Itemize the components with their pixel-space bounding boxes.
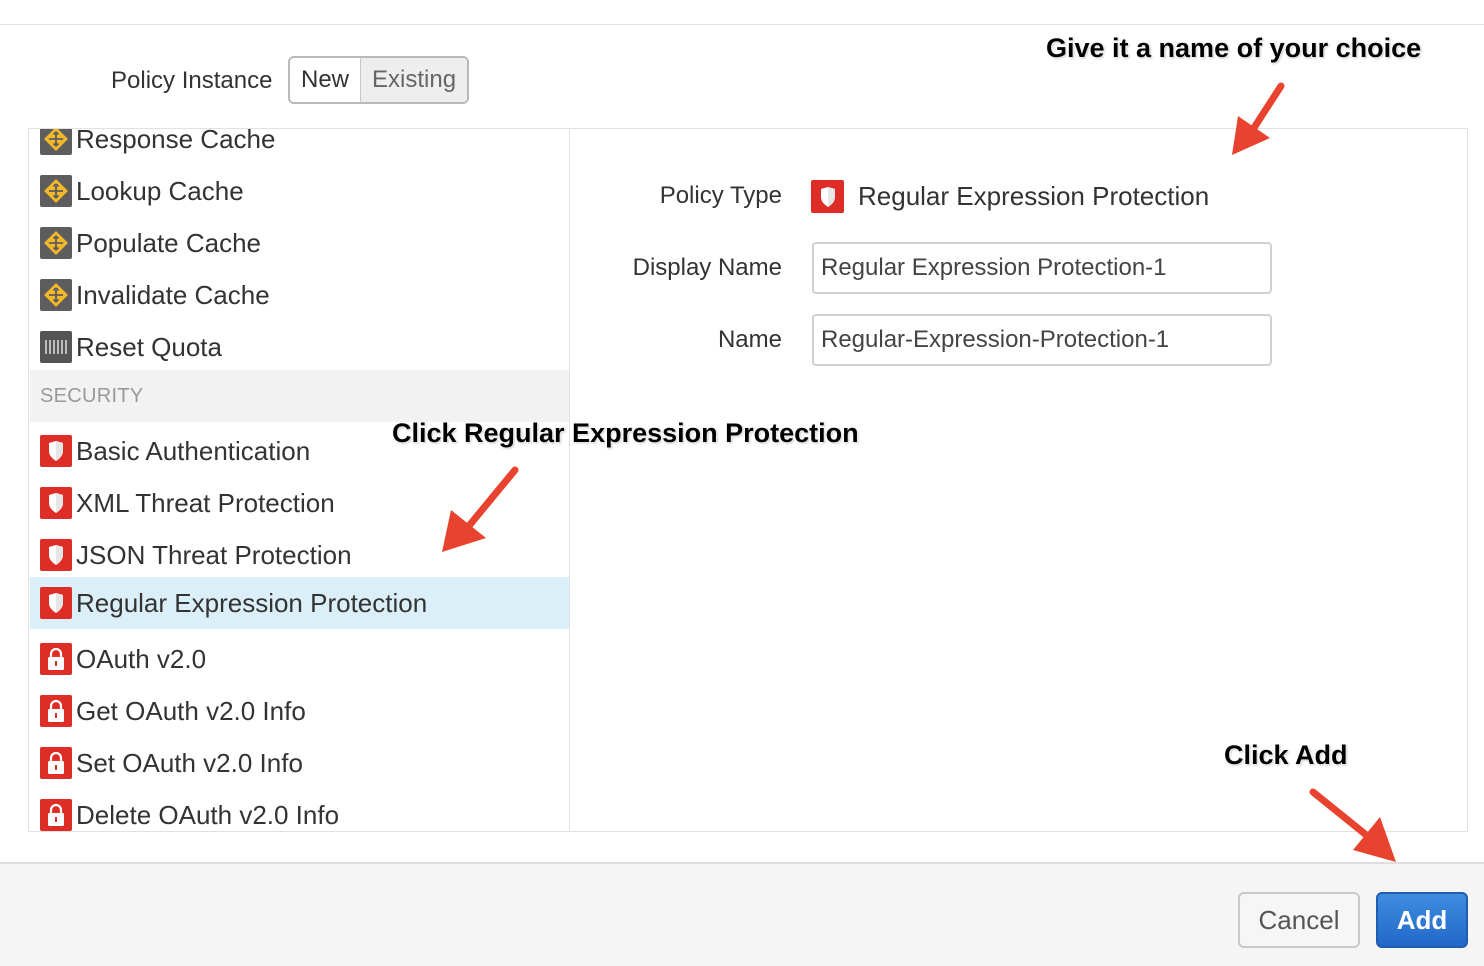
annotation-name-hint: Give it a name of your choice xyxy=(1046,33,1422,63)
add-button[interactable]: Add xyxy=(1376,892,1468,948)
list-item-label: Regular Expression Protection xyxy=(76,587,428,618)
lock-icon xyxy=(40,643,72,675)
list-item-label: XML Threat Protection xyxy=(76,487,335,518)
list-item-set-oauth-v2-info[interactable]: Set OAuth v2.0 Info xyxy=(30,737,569,789)
list-item-label: Lookup Cache xyxy=(76,175,244,206)
shield-icon xyxy=(40,539,72,571)
display-name-label: Display Name xyxy=(632,254,782,281)
policy-list[interactable]: Response Cache Lookup Cache Populate Cac… xyxy=(30,129,570,831)
annotation-select-hint: Click Regular Expression Protection xyxy=(392,418,859,448)
dialog-top-bar xyxy=(0,0,1484,25)
annotation-add-hint: Click Add xyxy=(1224,740,1348,770)
list-item-lookup-cache[interactable]: Lookup Cache xyxy=(30,165,569,217)
policy-instance-toggle: New Existing xyxy=(288,56,470,104)
display-name-field[interactable] xyxy=(812,242,1272,294)
list-item-invalidate-cache[interactable]: Invalidate Cache xyxy=(30,269,569,321)
list-item-delete-oauth-v2-info[interactable]: Delete OAuth v2.0 Info xyxy=(30,789,569,831)
list-item-json-threat-protection[interactable]: JSON Threat Protection xyxy=(30,529,569,581)
shield-icon xyxy=(40,435,72,467)
list-item-reset-quota[interactable]: Reset Quota xyxy=(30,321,569,373)
list-item-label: Set OAuth v2.0 Info xyxy=(76,747,303,778)
shield-icon xyxy=(40,587,72,619)
list-item-label: Basic Authentication xyxy=(76,435,311,466)
policy-type-label: Policy Type xyxy=(659,182,782,209)
shield-icon xyxy=(811,180,844,213)
lock-icon xyxy=(40,695,72,727)
existing-option[interactable]: Existing xyxy=(360,58,468,102)
list-item-label: OAuth v2.0 xyxy=(76,643,207,674)
list-item-label: JSON Threat Protection xyxy=(76,539,352,570)
list-item-populate-cache[interactable]: Populate Cache xyxy=(30,217,569,269)
list-item-get-oauth-v2-info[interactable]: Get OAuth v2.0 Info xyxy=(30,685,569,737)
list-item-label: Populate Cache xyxy=(76,227,262,258)
list-item-label: Delete OAuth v2.0 Info xyxy=(76,799,340,830)
cancel-button[interactable]: Cancel xyxy=(1238,892,1360,948)
section-header-security: SECURITY xyxy=(30,370,569,422)
list-item-response-cache[interactable]: Response Cache xyxy=(30,129,569,165)
list-item-label: Response Cache xyxy=(76,129,276,154)
name-label: Name xyxy=(717,326,782,353)
list-item-label: Invalidate Cache xyxy=(76,279,270,310)
cache-icon xyxy=(40,175,72,207)
list-item-regular-expression-protection[interactable]: Regular Expression Protection xyxy=(30,577,569,629)
policy-instance-label: Policy Instance xyxy=(111,67,273,94)
list-item-oauth-v2[interactable]: OAuth v2.0 xyxy=(30,633,569,685)
list-item-label: Get OAuth v2.0 Info xyxy=(76,695,306,726)
cache-icon xyxy=(40,129,72,155)
name-field[interactable] xyxy=(812,314,1272,366)
cache-icon xyxy=(40,227,72,259)
policy-type-value: Regular Expression Protection xyxy=(858,181,1210,211)
lock-icon xyxy=(40,799,72,831)
quota-icon xyxy=(40,331,72,363)
list-item-label: Reset Quota xyxy=(76,331,222,362)
list-item-xml-threat-protection[interactable]: XML Threat Protection xyxy=(30,477,569,529)
lock-icon xyxy=(40,747,72,779)
cache-icon xyxy=(40,279,72,311)
shield-icon xyxy=(40,487,72,519)
new-option[interactable]: New xyxy=(290,58,361,102)
